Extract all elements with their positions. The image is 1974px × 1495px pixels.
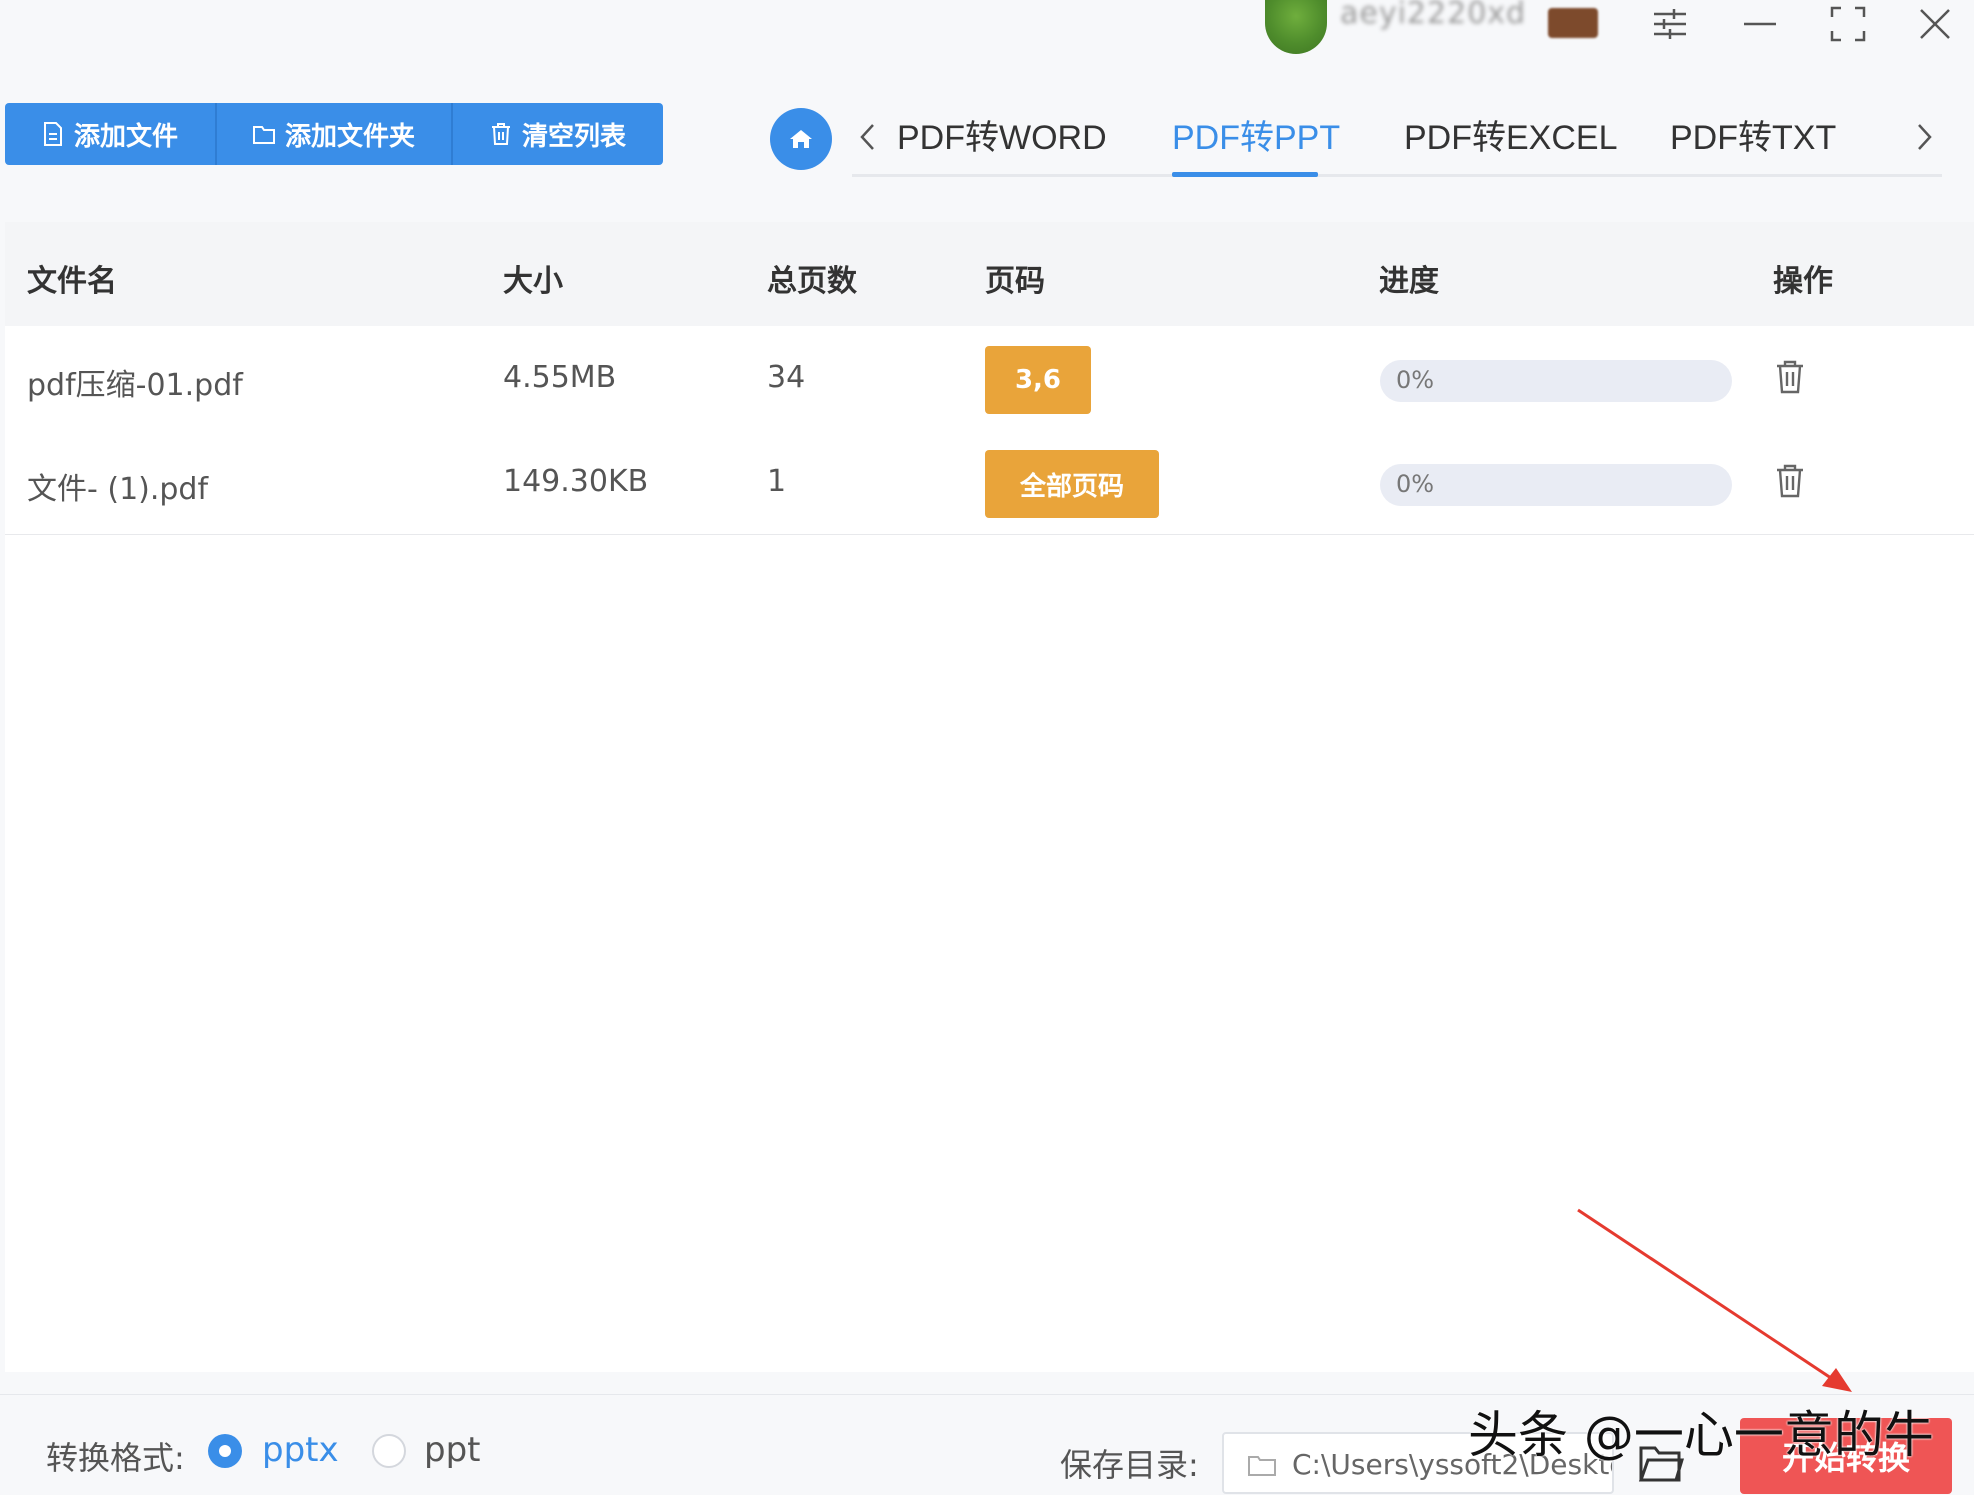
header-progress: 进度 <box>1379 264 1439 299</box>
add-folder-button[interactable]: 添加文件夹 <box>217 103 453 165</box>
progress-text: 0% <box>1396 366 1435 394</box>
header-size: 大小 <box>503 264 563 299</box>
tab-pdf-to-word[interactable]: PDF转WORD <box>897 110 1107 168</box>
file-pages: 1 <box>767 464 787 499</box>
folder-icon <box>252 126 275 144</box>
clear-list-button[interactable]: 清空列表 <box>453 103 663 165</box>
active-tab-indicator <box>1172 172 1318 177</box>
format-radio-ppt[interactable] <box>372 1434 406 1468</box>
file-name: 文件- (1).pdf <box>27 472 209 507</box>
close-icon <box>1920 9 1950 39</box>
save-dir-label: 保存目录: <box>1060 1446 1199 1484</box>
progress-bar: 0% <box>1380 464 1732 506</box>
format-radio-pptx[interactable] <box>208 1434 242 1468</box>
chevron-right-icon <box>1918 124 1932 150</box>
table-header: 文件名 大小 总页数 页码 进度 操作 <box>5 222 1974 327</box>
home-button[interactable] <box>770 108 832 170</box>
delete-icon[interactable] <box>1773 358 1807 396</box>
trash-icon <box>491 123 510 145</box>
tabs-next-button[interactable] <box>1904 112 1944 162</box>
file-toolbar: 添加文件 添加文件夹 清空列表 <box>5 103 663 165</box>
add-file-label: 添加文件 <box>73 121 178 152</box>
progress-text: 0% <box>1396 470 1435 498</box>
format-option-ppt[interactable]: ppt <box>424 1430 481 1470</box>
table-row[interactable]: 文件- (1).pdf 149.30KB 1 全部页码 0% <box>5 430 1974 535</box>
file-icon <box>43 122 62 146</box>
add-file-button[interactable]: 添加文件 <box>5 103 217 165</box>
file-pages: 34 <box>767 360 806 395</box>
header-page-range: 页码 <box>985 264 1045 299</box>
header-action: 操作 <box>1773 264 1833 299</box>
header-pages: 总页数 <box>767 264 857 299</box>
close-button[interactable] <box>1905 0 1965 48</box>
header-filename: 文件名 <box>27 264 117 299</box>
format-option-pptx[interactable]: pptx <box>262 1430 339 1470</box>
folder-outline-icon <box>1248 1456 1276 1476</box>
maximize-icon <box>1830 6 1866 42</box>
settings-button[interactable] <box>1640 0 1700 48</box>
minimize-icon <box>1744 22 1776 26</box>
clear-list-label: 清空列表 <box>521 121 626 152</box>
file-name: pdf压缩-01.pdf <box>27 368 243 403</box>
home-icon <box>790 130 812 148</box>
delete-icon[interactable] <box>1773 462 1807 500</box>
user-avatar[interactable] <box>1265 0 1327 54</box>
tab-pdf-to-ppt[interactable]: PDF转PPT <box>1172 110 1340 168</box>
tabs-prev-button[interactable] <box>848 112 888 162</box>
sliders-icon <box>1654 9 1686 39</box>
progress-bar: 0% <box>1380 360 1732 402</box>
chevron-left-icon <box>860 124 874 150</box>
tab-pdf-to-excel[interactable]: PDF转EXCEL <box>1404 110 1618 168</box>
vip-badge <box>1548 8 1598 38</box>
page-range-button[interactable]: 3,6 <box>985 346 1091 414</box>
table-row[interactable]: pdf压缩-01.pdf 4.55MB 34 3,6 0% <box>5 326 1974 431</box>
tab-pdf-to-txt[interactable]: PDF转TXT <box>1670 110 1836 168</box>
watermark-text: 头条 @一心一意的牛 <box>1468 1406 1934 1464</box>
tabs-divider <box>852 174 1942 177</box>
file-size: 4.55MB <box>503 360 617 395</box>
format-label: 转换格式: <box>46 1439 185 1477</box>
red-arrow-annotation <box>1577 1208 1852 1392</box>
add-folder-label: 添加文件夹 <box>284 121 415 152</box>
page-range-button[interactable]: 全部页码 <box>985 450 1159 518</box>
minimize-button[interactable] <box>1730 0 1790 48</box>
maximize-button[interactable] <box>1818 0 1878 48</box>
file-size: 149.30KB <box>503 464 649 499</box>
